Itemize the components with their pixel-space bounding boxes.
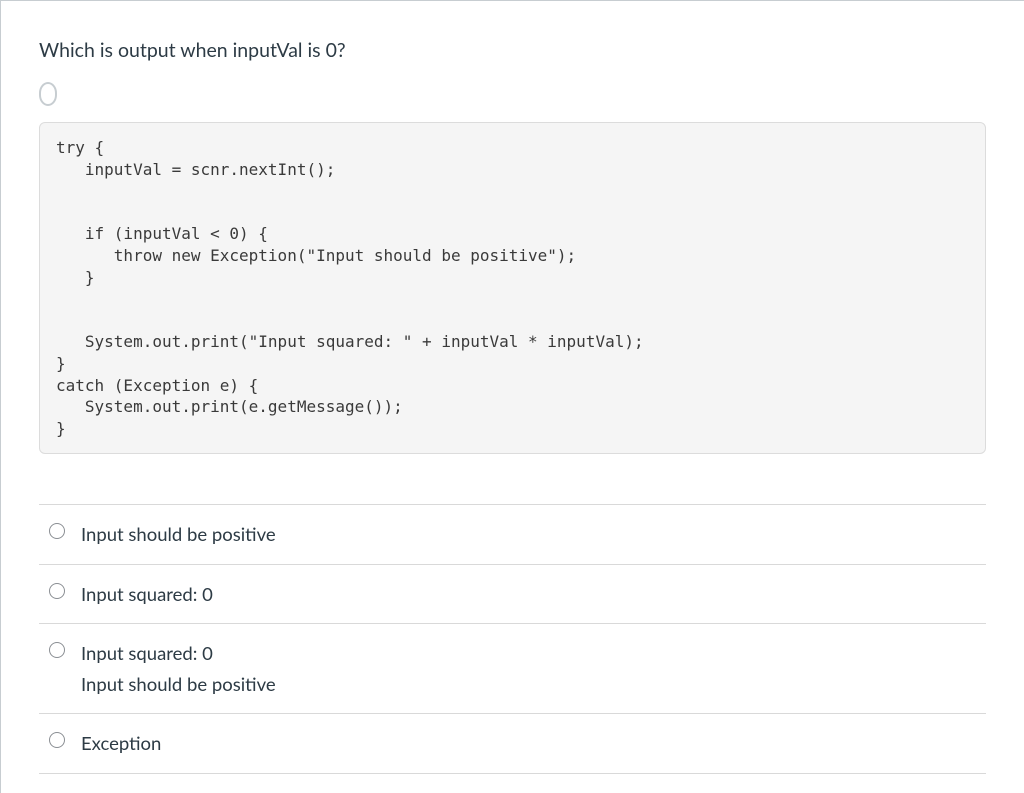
question-frame: Which is output when inputVal is 0? try … <box>0 0 1024 793</box>
answer-text: Input squared: 0 <box>81 579 213 610</box>
question-content: Which is output when inputVal is 0? try … <box>1 1 1024 774</box>
answer-option-4[interactable]: Exception <box>39 713 986 773</box>
flag-icon[interactable] <box>39 82 57 106</box>
answer-text: Input should be positive <box>81 519 276 550</box>
answer-text: Input squared: 0 Input should be positiv… <box>81 638 276 699</box>
radio-icon[interactable] <box>49 523 65 539</box>
radio-icon[interactable] <box>49 642 65 658</box>
answer-option-2[interactable]: Input squared: 0 <box>39 564 986 624</box>
radio-icon[interactable] <box>49 732 65 748</box>
radio-icon[interactable] <box>49 583 65 599</box>
list-end-divider <box>39 773 986 774</box>
answer-list: Input should be positive Input squared: … <box>39 504 986 774</box>
flag-area <box>39 80 986 108</box>
answer-option-3[interactable]: Input squared: 0 Input should be positiv… <box>39 623 986 713</box>
answer-text: Exception <box>81 728 161 759</box>
question-prompt: Which is output when inputVal is 0? <box>39 39 986 62</box>
answer-option-1[interactable]: Input should be positive <box>39 504 986 564</box>
code-block: try { inputVal = scnr.nextInt(); if (inp… <box>39 122 986 454</box>
